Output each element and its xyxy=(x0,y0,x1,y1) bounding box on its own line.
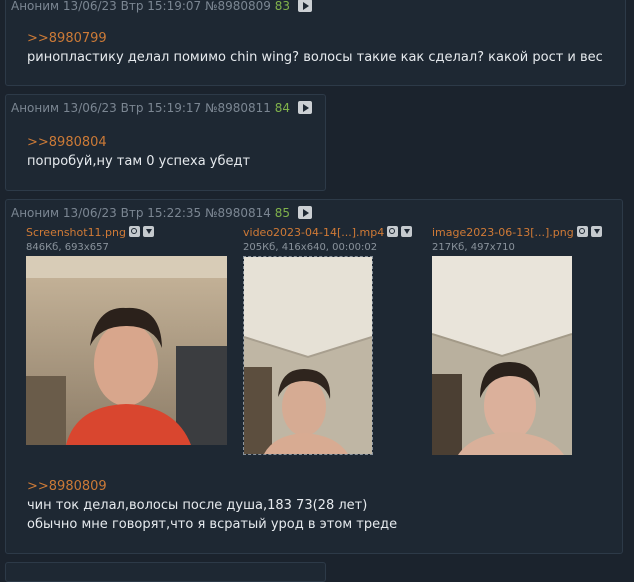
post-date: 13/06/23 Втр 15:19:07 xyxy=(62,0,202,13)
post-next xyxy=(5,562,326,582)
file-name-text[interactable]: image2023-06-13[...].png xyxy=(432,226,574,239)
post-text-line: чин ток делал,волосы после душа,183 73(2… xyxy=(27,498,368,513)
magnifier-icon[interactable] xyxy=(129,226,140,237)
file-name[interactable]: video2023-04-14[...].mp4 xyxy=(243,226,413,240)
post-header: Аноним 13/06/23 Втр 15:19:17 №8980811 84 xyxy=(11,101,312,115)
post-date: 13/06/23 Втр 15:22:35 xyxy=(62,206,202,220)
file-info: 846Кб, 693x657 xyxy=(26,242,109,253)
post-id[interactable]: №8980811 xyxy=(205,101,271,115)
magnifier-icon[interactable] xyxy=(387,226,399,237)
download-arrow-icon[interactable] xyxy=(590,226,602,237)
file-info: 205Кб, 416x640, 00:00:02 xyxy=(243,242,378,253)
post-ordinal: 83 xyxy=(274,0,291,13)
post-ordinal: 84 xyxy=(274,101,291,115)
play-triangle-icon[interactable] xyxy=(297,0,312,12)
post-ordinal: 85 xyxy=(274,206,291,220)
file-name[interactable]: image2023-06-13[...].png xyxy=(432,226,602,240)
image-thumbnail[interactable] xyxy=(432,256,572,455)
reply-link[interactable]: >>8980804 xyxy=(27,135,107,151)
post-id[interactable]: №8980809 xyxy=(205,0,271,13)
post-id[interactable]: №8980814 xyxy=(205,206,271,220)
file-name-text[interactable]: Screenshot11.png xyxy=(26,226,126,239)
image-thumbnail[interactable] xyxy=(26,256,227,445)
reply-link[interactable]: >>8980799 xyxy=(27,31,107,47)
play-triangle-icon[interactable] xyxy=(297,206,312,219)
post-text-line: ринопластику делал помимо chin wing? вол… xyxy=(27,50,603,65)
post-author: Аноним xyxy=(11,206,60,220)
post-text-line: попробуй,ну там 0 успеха убедт xyxy=(27,154,251,169)
download-arrow-icon[interactable] xyxy=(401,226,413,237)
post-8980809: Аноним 13/06/23 Втр 15:19:07 №8980809 83… xyxy=(5,0,626,86)
file-info: 217Кб, 497x710 xyxy=(432,242,515,253)
post-header: Аноним 13/06/23 Втр 15:19:07 №8980809 83 xyxy=(11,0,312,13)
reply-link[interactable]: >>8980809 xyxy=(27,479,107,495)
post-author: Аноним xyxy=(11,0,60,13)
video-thumbnail[interactable] xyxy=(243,256,373,455)
post-text-line: обычно мне говорят,что я всратый урод в … xyxy=(27,517,398,532)
play-triangle-icon[interactable] xyxy=(297,101,312,114)
file-name[interactable]: Screenshot11.png xyxy=(26,226,154,240)
post-author: Аноним xyxy=(11,101,60,115)
magnifier-icon[interactable] xyxy=(576,226,588,237)
file-name-text[interactable]: video2023-04-14[...].mp4 xyxy=(243,226,384,239)
post-8980811: Аноним 13/06/23 Втр 15:19:17 №8980811 84… xyxy=(5,94,326,191)
post-header: Аноним 13/06/23 Втр 15:22:35 №8980814 85 xyxy=(11,206,312,220)
post-date: 13/06/23 Втр 15:19:17 xyxy=(62,101,202,115)
download-arrow-icon[interactable] xyxy=(143,226,154,237)
post-8980814: Аноним 13/06/23 Втр 15:22:35 №8980814 85… xyxy=(5,199,623,554)
